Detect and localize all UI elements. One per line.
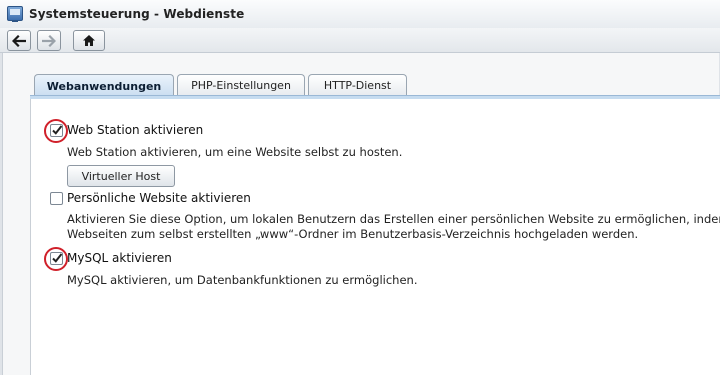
web-station-label[interactable]: Web Station aktivieren <box>67 123 203 137</box>
home-icon <box>83 35 95 46</box>
home-button[interactable] <box>73 30 105 51</box>
arrow-right-icon <box>42 34 56 47</box>
title-bar: Systemsteuerung - Webdienste <box>0 0 720 29</box>
toolbar <box>0 28 720 53</box>
personal-website-label[interactable]: Persönliche Website aktivieren <box>67 191 251 205</box>
checkmark-icon <box>52 125 63 135</box>
personal-website-checkbox[interactable] <box>50 192 63 205</box>
back-button[interactable] <box>7 30 31 51</box>
web-station-description: Web Station aktivieren, um eine Website … <box>67 145 403 159</box>
personal-website-description-line2: Webseiten zum selbst erstellten „www“-Or… <box>67 227 639 241</box>
window-title: Systemsteuerung - Webdienste <box>29 7 245 21</box>
mysql-description: MySQL aktivieren, um Datenbankfunktionen… <box>67 273 418 287</box>
web-station-checkbox[interactable] <box>50 124 63 137</box>
mysql-label[interactable]: MySQL aktivieren <box>67 251 172 265</box>
control-panel-icon <box>7 6 23 22</box>
arrow-left-icon <box>12 34 26 47</box>
personal-website-description-line1: Aktivieren Sie diese Option, um lokalen … <box>67 212 720 226</box>
mysql-checkbox[interactable] <box>50 252 63 265</box>
virtual-host-button[interactable]: Virtueller Host <box>67 165 175 187</box>
tab-http-dienst[interactable]: HTTP-Dienst <box>308 74 407 96</box>
tab-php-einstellungen[interactable]: PHP-Einstellungen <box>177 74 305 96</box>
forward-button[interactable] <box>37 30 61 51</box>
checkmark-icon <box>52 253 63 263</box>
tab-webanwendungen[interactable]: Webanwendungen <box>34 74 174 97</box>
